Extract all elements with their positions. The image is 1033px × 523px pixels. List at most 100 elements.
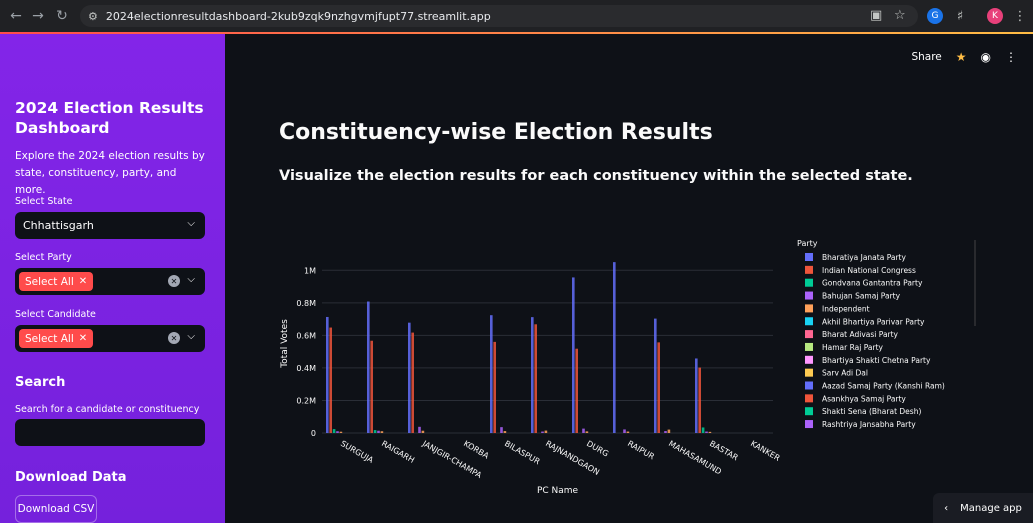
manage-app-button[interactable]: ‹ Manage app <box>933 493 1033 523</box>
legend-swatch <box>805 355 813 364</box>
browser-toolbar: ← → ↻ ⚙ 2024electionresultdashboard-2kub… <box>0 0 1033 32</box>
legend-entry: Aazad Samaj Party (Kanshi Ram) <box>822 382 945 391</box>
legend-swatch <box>805 278 813 287</box>
manage-app-label: Manage app <box>960 502 1022 514</box>
legend-entry: Bharatiya Janata Party <box>822 253 907 262</box>
bar-indian-national-congress <box>411 332 414 433</box>
party-tag-select-all[interactable]: Select All ✕ <box>19 272 94 291</box>
state-select-value: Chhattisgarh <box>23 219 94 232</box>
candidate-multiselect[interactable]: Select All ✕ ✕ ⌵ <box>15 325 205 352</box>
bar-bahujan-samaj-party <box>500 427 503 433</box>
legend-swatch <box>805 253 813 261</box>
profile-avatar[interactable]: K <box>987 8 1003 24</box>
bar-bharatiya-janata-party <box>654 318 657 433</box>
legend-entry: Akhil Bhartiya Parivar Party <box>822 317 925 326</box>
install-app-icon[interactable]: ▣ <box>870 8 882 23</box>
bar-indian-national-congress <box>657 342 660 433</box>
candidate-tag-select-all[interactable]: Select All ✕ <box>19 329 94 348</box>
chevron-down-icon: ⌵ <box>187 274 195 285</box>
forward-icon[interactable]: → <box>26 4 50 28</box>
profile-initial: K <box>992 11 998 21</box>
bar-gondvana-gantantra-party <box>332 429 336 433</box>
favorite-star-icon[interactable]: ★ <box>956 50 967 64</box>
bar-independent <box>503 431 507 433</box>
legend-swatch <box>805 265 813 274</box>
legend-swatch <box>805 368 813 377</box>
legend-entry: Hamar Raj Party <box>822 343 884 352</box>
legend-entry: Bharat Adivasi Party <box>822 330 899 339</box>
y-tick-label: 1M <box>304 266 316 275</box>
bar-bahujan-samaj-party <box>582 428 585 433</box>
x-tick-label: RAIPUR <box>626 439 656 462</box>
bar-bharatiya-janata-party <box>613 262 616 433</box>
legend-swatch <box>805 317 813 326</box>
y-tick-label: 0 <box>311 429 316 438</box>
bar-independent <box>667 429 671 433</box>
bar-bahujan-samaj-party <box>377 430 380 433</box>
chevron-down-icon: ⌵ <box>187 218 195 229</box>
clear-selection-icon[interactable]: ✕ <box>168 332 180 344</box>
legend-swatch <box>805 420 813 429</box>
y-axis-label: Total Votes <box>280 319 290 369</box>
bar-bahujan-samaj-party <box>705 431 708 433</box>
extension-g-icon[interactable]: G <box>927 8 943 24</box>
bar-bharatiya-janata-party <box>367 301 370 433</box>
bar-bahujan-samaj-party <box>336 431 339 433</box>
back-icon[interactable]: ← <box>4 4 28 28</box>
bar-independent <box>585 431 589 433</box>
x-tick-label: BILASPUR <box>503 439 542 467</box>
app-toolbar: Share ★ ◉ ⋮ <box>911 50 1017 64</box>
legend-entry: Gondvana Gantantra Party <box>822 279 923 288</box>
search-heading: Search <box>15 375 66 390</box>
state-label: Select State <box>15 196 73 207</box>
legend-entry: Bhartiya Shakti Chetna Party <box>822 356 931 365</box>
y-tick-label: 0.8M <box>296 299 316 308</box>
bar-bahujan-samaj-party <box>664 431 667 433</box>
bar-bahujan-samaj-party <box>541 431 544 433</box>
bar-independent <box>708 431 712 433</box>
page-subtitle: Visualize the election results for each … <box>279 168 913 184</box>
y-tick-label: 0.2M <box>296 396 316 405</box>
x-tick-label: DURG <box>585 439 610 459</box>
extensions-puzzle-icon[interactable]: ♯ <box>952 8 968 24</box>
sidebar-description: Explore the 2024 election results by sta… <box>15 150 205 196</box>
bar-indian-national-congress <box>575 348 578 433</box>
party-multiselect[interactable]: Select All ✕ ✕ ⌵ <box>15 268 205 295</box>
bar-independent <box>421 430 425 433</box>
legend-swatch <box>805 291 813 300</box>
main-menu-icon[interactable]: ⋮ <box>1005 50 1017 64</box>
legend-swatch <box>805 342 813 351</box>
legend-title: Party <box>797 239 818 248</box>
legend-swatch <box>805 394 813 403</box>
page-title: Constituency-wise Election Results <box>279 120 713 145</box>
candidate-tag-label: Select All <box>25 332 74 345</box>
remove-tag-icon[interactable]: ✕ <box>79 276 87 287</box>
remove-tag-icon[interactable]: ✕ <box>79 333 87 344</box>
browser-menu-icon[interactable]: ⋮ <box>1012 8 1028 24</box>
chevron-down-icon: ⌵ <box>187 331 195 342</box>
legend-entry: Rashtriya Jansabha Party <box>822 420 916 429</box>
bar-bharatiya-janata-party <box>326 316 329 433</box>
address-bar[interactable]: ⚙ 2024electionresultdashboard-2kub9zqk9n… <box>80 5 918 27</box>
legend-entry: Shakti Sena (Bharat Desh) <box>822 407 921 416</box>
github-icon[interactable]: ◉ <box>981 50 991 64</box>
bar-bharatiya-janata-party <box>490 315 493 433</box>
x-tick-label: KORBA <box>462 439 491 461</box>
x-tick-label: KANKER <box>749 439 782 463</box>
legend-swatch <box>805 330 813 339</box>
legend-entry: Bahujan Samaj Party <box>822 292 901 301</box>
share-button[interactable]: Share <box>911 51 941 63</box>
download-csv-button[interactable]: Download CSV <box>15 495 97 523</box>
reload-icon[interactable]: ↻ <box>50 4 74 28</box>
state-select[interactable]: Chhattisgarh ⌵ <box>15 212 205 239</box>
y-tick-label: 0.4M <box>296 364 316 373</box>
clear-selection-icon[interactable]: ✕ <box>168 275 180 287</box>
party-tag-label: Select All <box>25 275 74 288</box>
bar-independent <box>380 431 384 433</box>
bookmark-star-icon[interactable]: ☆ <box>894 8 906 23</box>
bar-indian-national-congress <box>370 340 373 433</box>
legend-entry: Sarv Adi Dal <box>822 369 868 378</box>
search-input[interactable] <box>15 419 205 446</box>
legend-swatch <box>805 304 813 313</box>
site-info-icon[interactable]: ⚙ <box>88 10 98 23</box>
